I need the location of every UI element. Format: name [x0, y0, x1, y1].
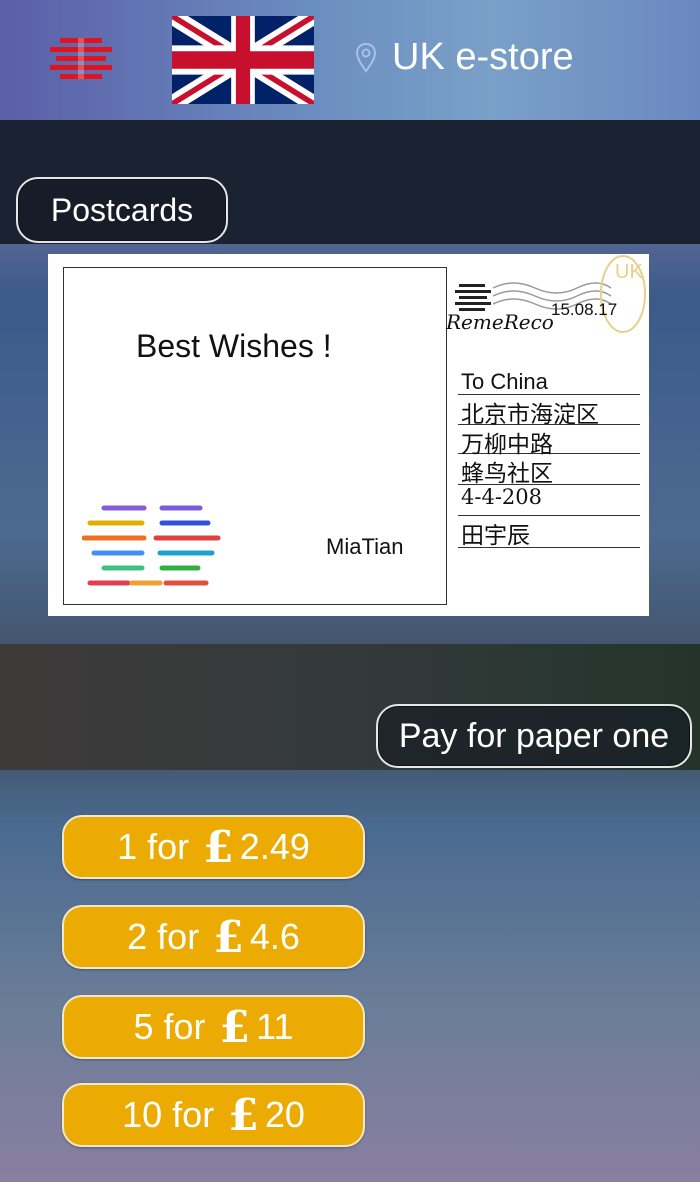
pound-icon: £ — [213, 911, 244, 963]
address-line: 万柳中路 — [458, 425, 640, 458]
price-quantity: 5 for — [133, 1006, 206, 1047]
postcard-message-area: Best Wishes ! MiaTian — [63, 267, 447, 605]
price-quantity: 10 for — [122, 1094, 215, 1135]
pound-icon: £ — [219, 1001, 251, 1053]
price-option-button[interactable]: 10 for £ 20 — [62, 1083, 365, 1147]
postcard-preview: Best Wishes ! MiaTian UK RemeReco 15.08.… — [48, 254, 649, 616]
stamp-country: UK — [615, 261, 643, 283]
price-amount: 2.49 — [239, 826, 310, 867]
price-quantity: 1 for — [117, 826, 190, 867]
address-line: To China — [458, 369, 640, 395]
price-option-button[interactable]: 1 for £ 2.49 — [62, 815, 365, 879]
pound-icon: £ — [203, 821, 234, 873]
store-title: UK e-store — [392, 36, 574, 78]
price-amount: 4.6 — [249, 916, 300, 957]
stamp-date: 15.08.17 — [551, 300, 618, 319]
price-amount: 20 — [264, 1094, 305, 1135]
location-pin-icon — [355, 42, 377, 73]
address-line: 田宇辰 — [458, 516, 640, 549]
address-line: 4-4-208 — [458, 485, 640, 516]
stamp-brand: RemeReco — [446, 310, 554, 334]
postcard-greeting: Best Wishes ! — [136, 328, 332, 364]
price-option-button[interactable]: 2 for £ 4.6 — [62, 905, 365, 969]
address-line: 北京市海淀区 — [458, 395, 640, 428]
decorative-text-icon — [82, 505, 221, 586]
postcards-category-button[interactable]: Postcards — [16, 177, 228, 243]
postcard-signature: MiaTian — [326, 534, 404, 559]
uk-flag-icon[interactable] — [172, 16, 314, 104]
price-quantity: 2 for — [127, 916, 200, 957]
price-amount: 11 — [256, 1006, 294, 1047]
pound-icon: £ — [228, 1089, 259, 1141]
pay-for-paper-button[interactable]: Pay for paper one — [376, 704, 692, 768]
address-line: 蜂鸟社区 — [458, 454, 640, 487]
header-bar: UK e-store — [0, 0, 700, 120]
remereco-logo-icon[interactable] — [48, 38, 114, 82]
price-option-button[interactable]: 5 for £ 11 — [62, 995, 365, 1059]
